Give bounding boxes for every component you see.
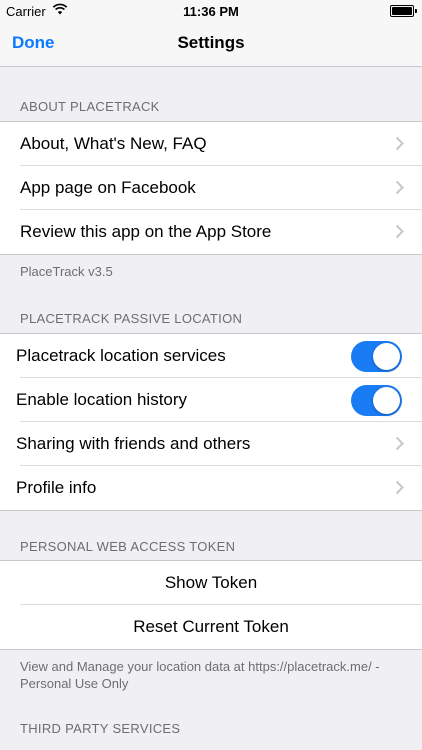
version-label: PlaceTrack v3.5 [20, 264, 113, 279]
section-header-token: PERSONAL WEB ACCESS TOKEN [20, 539, 236, 554]
section-header-third-party: THIRD PARTY SERVICES [20, 721, 181, 736]
chevron-right-icon [395, 436, 404, 456]
row-label: Placetrack location services [16, 346, 226, 365]
reset-token-button[interactable]: Reset Current Token [0, 605, 422, 649]
toggle-knob [373, 387, 400, 414]
location-services-row: Placetrack location services [0, 334, 422, 378]
chevron-right-icon [395, 480, 404, 500]
row-label: Review this app on the App Store [20, 222, 272, 241]
battery-icon [390, 5, 417, 17]
toggle-knob [373, 343, 400, 370]
navigation-bar: Done Settings [0, 22, 422, 67]
about-faq-row[interactable]: About, What's New, FAQ [0, 122, 422, 166]
row-label: Sharing with friends and others [16, 434, 251, 453]
section-header-about: ABOUT PLACETRACK [20, 99, 160, 114]
chevron-right-icon [395, 180, 404, 200]
section-header-passive-location: PLACETRACK PASSIVE LOCATION [20, 311, 243, 326]
row-label: Enable location history [16, 390, 188, 409]
facebook-page-row[interactable]: App page on Facebook [0, 166, 422, 210]
token-footer-text: View and Manage your location data at ht… [20, 659, 380, 691]
chevron-right-icon [395, 224, 404, 244]
clock-time: 11:36 PM [183, 4, 239, 19]
row-label: Reset Current Token [133, 617, 289, 636]
status-bar: Carrier 11:36 PM [0, 0, 422, 22]
location-history-toggle[interactable] [351, 385, 402, 416]
row-label: Profile info [16, 478, 97, 497]
row-label: Show Token [164, 573, 258, 592]
token-group: Show Token Reset Current Token [0, 560, 422, 650]
passive-location-group: Placetrack location services Enable loca… [0, 333, 422, 511]
review-app-row[interactable]: Review this app on the App Store [0, 210, 422, 254]
show-token-button[interactable]: Show Token [0, 561, 422, 605]
location-history-row: Enable location history [0, 378, 422, 422]
page-title: Settings [177, 33, 245, 52]
row-label: About, What's New, FAQ [20, 134, 207, 153]
about-group: About, What's New, FAQ App page on Faceb… [0, 121, 422, 255]
profile-info-row[interactable]: Profile info [0, 466, 422, 510]
chevron-right-icon [395, 136, 404, 156]
row-label: App page on Facebook [20, 178, 196, 197]
location-services-toggle[interactable] [351, 341, 402, 372]
sharing-row[interactable]: Sharing with friends and others [0, 422, 422, 466]
